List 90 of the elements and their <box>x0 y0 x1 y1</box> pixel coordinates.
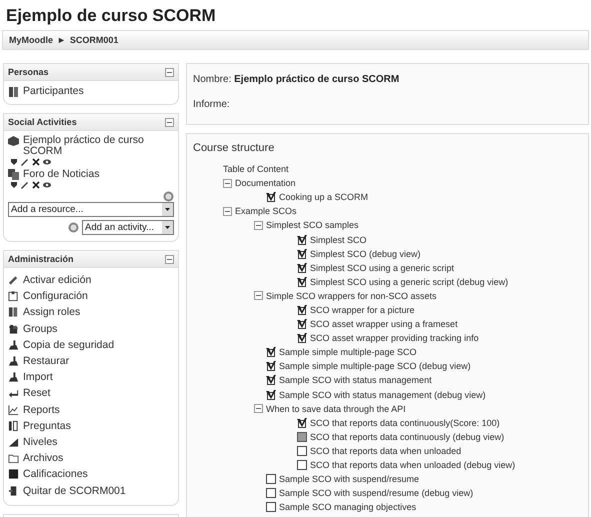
admin-link[interactable]: Archivos <box>23 452 64 464</box>
admin-link[interactable]: Preguntas <box>23 420 71 432</box>
sco-link[interactable]: Simplest SCO (debug view) <box>310 248 421 259</box>
collapse-icon[interactable] <box>165 118 174 126</box>
collapse-icon[interactable] <box>254 291 263 300</box>
tree-item[interactable]: Simple SCO wrappers for non-SCO assets <box>266 290 437 301</box>
folder-icon <box>8 452 19 464</box>
collapse-icon[interactable] <box>254 404 263 414</box>
eye-icon[interactable] <box>43 158 51 166</box>
roles-icon <box>8 306 19 318</box>
admin-link[interactable]: Reset <box>23 387 50 400</box>
backup-icon <box>8 338 19 351</box>
sco-link[interactable]: SCO asset wrapper providing tracking info <box>310 333 479 344</box>
delete-icon[interactable] <box>32 181 40 189</box>
sco-link[interactable]: SCO asset wrapper using a frameset <box>310 319 458 330</box>
collapse-icon[interactable] <box>165 68 174 76</box>
forum-icon <box>8 169 19 180</box>
activity-select[interactable]: Add an activity... <box>82 220 174 235</box>
grades-icon <box>8 468 19 480</box>
tree-item[interactable]: Simplest SCO samples <box>266 220 359 230</box>
admin-link[interactable]: Assign roles <box>23 306 80 318</box>
help-icon[interactable] <box>68 222 79 233</box>
caret-icon[interactable] <box>162 221 173 234</box>
bars-icon <box>8 436 19 448</box>
settings-icon <box>8 290 19 302</box>
sco-link[interactable]: Sample SCO with suspend/resume <box>279 474 420 484</box>
tree-item[interactable]: When to save data through the API <box>266 404 406 414</box>
collapse-icon[interactable] <box>223 206 232 216</box>
admin-link[interactable]: Configuración <box>23 290 88 302</box>
tree-item[interactable]: Example SCOs <box>235 206 297 216</box>
edit-icon[interactable] <box>21 158 29 166</box>
sco-link[interactable]: SCO that reports data when unloaded <box>310 446 462 456</box>
chart-icon <box>8 404 19 416</box>
sidebar-link[interactable]: Participantes <box>23 85 84 97</box>
unenrol-icon <box>8 484 19 497</box>
move-icon[interactable] <box>10 158 18 166</box>
sco-link[interactable]: Simplest SCO using a generic script (debug view) <box>310 276 508 287</box>
sco-link[interactable]: Simplest SCO <box>310 234 367 245</box>
eye-icon[interactable] <box>43 181 51 189</box>
admin-link[interactable]: Quitar de SCORM001 <box>23 484 126 497</box>
question-icon <box>8 420 19 432</box>
import-icon <box>8 371 19 384</box>
admin-link[interactable]: Groups <box>23 322 58 335</box>
caret-icon[interactable] <box>162 203 173 216</box>
sco-link[interactable]: Sample simple multiple-page SCO <box>279 347 417 358</box>
admin-link[interactable]: Niveles <box>23 436 58 448</box>
collapse-icon[interactable] <box>165 254 174 264</box>
resource-select[interactable]: Add a resource... <box>8 202 174 217</box>
block-title: Personas <box>8 67 49 77</box>
breadcrumb-separator: ► <box>57 35 66 45</box>
delete-icon[interactable] <box>32 158 40 166</box>
collapse-icon[interactable] <box>254 220 263 230</box>
sco-link[interactable]: Sample SCO with status management (debug view) <box>279 390 486 400</box>
page-title: Ejemplo de curso SCORM <box>5 5 217 27</box>
sco-link[interactable]: SCO wrapper for a picture <box>310 304 415 315</box>
toc-title: Table of Content <box>223 164 289 174</box>
activity-link[interactable]: Foro de Noticias <box>23 169 100 180</box>
people-icon <box>8 322 19 335</box>
activity-link[interactable]: Ejemplo práctico de curso SCORM <box>23 135 174 157</box>
sco-link[interactable]: SCO that reports data when unloaded (debug view) <box>310 460 516 470</box>
admin-link[interactable]: Reports <box>23 404 60 416</box>
package-icon <box>8 136 19 146</box>
collapse-icon[interactable] <box>223 178 232 188</box>
breadcrumb-link[interactable]: SCORM001 <box>70 35 118 45</box>
sco-link[interactable]: Cooking up a SCORM <box>279 192 368 202</box>
admin-link[interactable]: Calificaciones <box>23 468 88 480</box>
restore-icon <box>8 355 19 368</box>
sco-link[interactable]: Sample SCO managing objectives <box>279 502 416 512</box>
edit-icon <box>8 274 19 286</box>
sco-link[interactable]: Sample simple multiple-page SCO (debug view) <box>279 361 471 372</box>
sco-link[interactable]: Sample SCO with status management <box>279 375 432 386</box>
people-icon <box>8 86 19 96</box>
admin-link[interactable]: Activar edición <box>23 274 92 286</box>
sco-link[interactable]: Sample SCO with suspend/resume (debug view) <box>279 488 474 498</box>
sco-link[interactable]: Simplest SCO using a generic script <box>310 262 454 273</box>
admin-link[interactable]: Restaurar <box>23 355 70 368</box>
breadcrumb-link[interactable]: MyMoodle <box>9 35 53 45</box>
move-icon[interactable] <box>10 181 18 189</box>
edit-icon[interactable] <box>21 181 29 189</box>
report-label: Informe: <box>193 99 231 110</box>
panel-title: Course structure <box>193 142 276 154</box>
tree-item[interactable]: Documentation <box>235 178 296 188</box>
block-title: Social Activities <box>8 117 77 127</box>
sco-link[interactable]: SCO that reports data continuously(Score: 100) <box>310 418 500 428</box>
admin-link[interactable]: Copia de seguridad <box>23 338 114 351</box>
admin-link[interactable]: Import <box>23 371 53 384</box>
sco-link[interactable]: SCO that reports data continuously (debug view) <box>310 432 504 442</box>
block-title: Administración <box>8 254 74 264</box>
name-label: Nombre: <box>193 74 232 85</box>
course-name: Ejemplo práctico de curso SCORM <box>234 74 400 85</box>
